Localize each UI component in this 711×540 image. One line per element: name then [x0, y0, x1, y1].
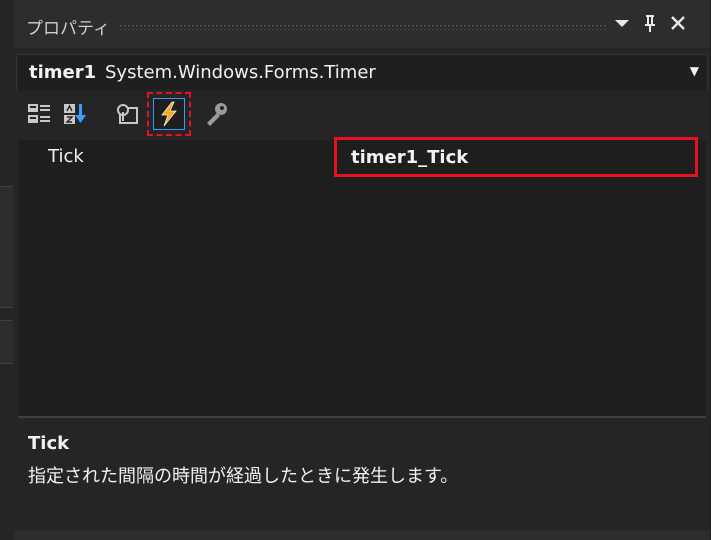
chevron-down-icon: ▼	[689, 64, 699, 78]
triangle-down-icon	[615, 20, 629, 27]
events-icon	[161, 101, 177, 127]
alphabetical-button[interactable]	[62, 98, 90, 132]
property-value-field[interactable]: timer1_Tick	[334, 137, 698, 177]
property-row[interactable]: Tick timer1_Tick	[18, 137, 706, 178]
property-pages-icon	[207, 103, 227, 126]
property-grid: Tick timer1_Tick	[18, 137, 706, 416]
property-name: Tick	[48, 146, 84, 167]
property-value: timer1_Tick	[351, 147, 469, 168]
object-type: System.Windows.Forms.Timer	[105, 62, 376, 83]
left-dock-tab[interactable]	[0, 320, 13, 364]
drag-grip[interactable]	[119, 24, 607, 30]
events-button[interactable]	[147, 92, 195, 140]
description-title: Tick	[28, 433, 70, 454]
left-dock-strip	[0, 0, 15, 540]
categorized-button[interactable]	[26, 98, 54, 132]
object-selector[interactable]: timer1 System.Windows.Forms.Timer ▼	[16, 54, 708, 92]
close-button[interactable]	[666, 10, 690, 36]
window-titlebar: プロパティ	[14, 0, 710, 48]
left-dock-tab[interactable]	[0, 186, 13, 308]
window-title: プロパティ	[26, 19, 110, 39]
close-icon	[671, 16, 685, 30]
window-bottom-border	[14, 530, 710, 540]
pin-icon	[645, 15, 655, 32]
alphabetical-icon	[64, 104, 86, 124]
properties-button[interactable]	[114, 98, 142, 132]
object-name: timer1	[29, 62, 97, 83]
events-button-frame	[153, 98, 185, 130]
properties-toolbar	[14, 90, 710, 140]
description-text: 指定された間隔の時間が経過したときに発生します。	[28, 466, 459, 487]
window-menu-button[interactable]	[610, 10, 634, 36]
categorized-icon	[28, 104, 50, 123]
properties-window: プロパティ timer1 System.Windows.Forms.Timer …	[14, 0, 710, 540]
properties-icon	[117, 104, 138, 124]
description-pane: Tick 指定された間隔の時間が経過したときに発生します。	[18, 418, 706, 530]
pin-button[interactable]	[638, 10, 662, 36]
property-pages-button[interactable]	[202, 98, 230, 132]
